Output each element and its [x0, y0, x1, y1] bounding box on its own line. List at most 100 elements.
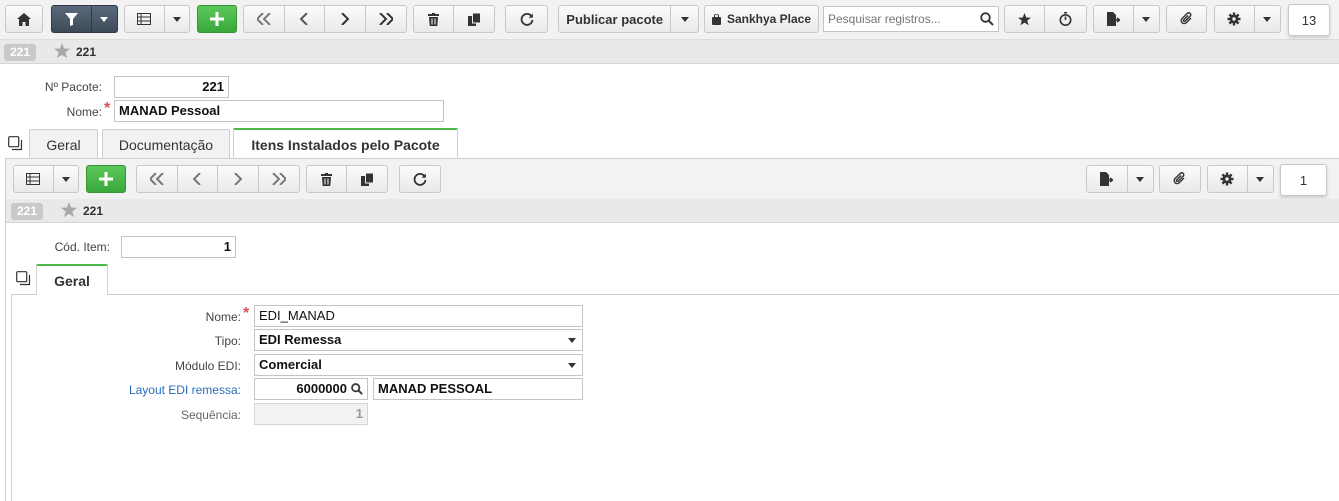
detail-delete-button[interactable] — [307, 166, 348, 192]
pacote-field[interactable]: 221 — [114, 76, 229, 98]
attachment-button[interactable] — [1166, 5, 1207, 33]
search-icon[interactable] — [351, 383, 363, 395]
detail-attachment-button[interactable] — [1159, 165, 1201, 193]
chevron-left-icon — [300, 13, 308, 25]
detail-add-button[interactable] — [86, 165, 126, 193]
detail-last-record-button[interactable] — [259, 166, 299, 192]
grid-view-button[interactable] — [125, 6, 165, 32]
detail-record-count-badge: 1 — [1280, 164, 1327, 196]
layout-description-field: MANAD PESSOAL — [373, 378, 583, 400]
navigation-group — [243, 5, 407, 33]
modulo-value: Comercial — [259, 357, 322, 372]
add-button[interactable] — [197, 5, 237, 33]
layout-code-value: 6000000 — [296, 381, 347, 396]
publish-dropdown-button[interactable] — [671, 6, 698, 32]
layout-label[interactable]: Layout EDI remessa: — [100, 383, 241, 397]
double-chevron-left-icon — [149, 173, 164, 185]
item-nome-label: Nome: — [205, 310, 241, 324]
tab-geral[interactable]: Geral — [29, 129, 98, 159]
detail-edit-group — [306, 165, 388, 193]
detail-first-record-button[interactable] — [137, 166, 178, 192]
home-button[interactable] — [5, 5, 43, 33]
export-dropdown-button[interactable] — [1134, 6, 1159, 32]
settings-group — [1214, 5, 1281, 33]
publish-package-label: Publicar pacote — [566, 11, 664, 27]
publish-package-button[interactable]: Publicar pacote — [559, 6, 672, 32]
view-group — [124, 5, 190, 33]
refresh-button[interactable] — [505, 5, 548, 33]
pacote-value: 221 — [202, 79, 224, 94]
detail-export-button[interactable] — [1087, 166, 1128, 192]
settings-button[interactable] — [1215, 6, 1255, 32]
pacote-label: Nº Pacote: — [44, 80, 102, 94]
chevron-down-icon — [568, 338, 576, 343]
record-count-value: 13 — [1301, 12, 1317, 28]
item-nome-field[interactable]: EDI_MANAD — [254, 305, 583, 327]
search-icon[interactable] — [980, 12, 994, 26]
tab-itens-instalados[interactable]: Itens Instalados pelo Pacote — [233, 128, 458, 159]
file-export-icon — [1100, 172, 1114, 186]
search-input[interactable] — [824, 7, 974, 31]
chevron-down-icon — [1263, 16, 1272, 22]
tab-documentacao-label: Documentação — [118, 136, 214, 153]
search-box — [823, 6, 999, 32]
copy-icon — [467, 12, 481, 26]
chevron-down-icon — [680, 16, 689, 22]
filter-button[interactable] — [52, 6, 92, 32]
detail-next-record-button[interactable] — [218, 166, 259, 192]
home-icon — [17, 12, 31, 26]
previous-record-button[interactable] — [285, 6, 325, 32]
detail-record-count-value: 1 — [1299, 172, 1308, 188]
gear-icon — [1220, 172, 1234, 186]
chevron-down-icon — [568, 363, 576, 368]
publish-group: Publicar pacote — [558, 5, 699, 33]
delete-button[interactable] — [414, 6, 455, 32]
last-record-button[interactable] — [366, 6, 406, 32]
export-button[interactable] — [1094, 6, 1134, 32]
sankhya-place-button[interactable]: Sankhya Place — [704, 5, 819, 33]
detail-refresh-button[interactable] — [399, 165, 441, 193]
star-icon — [1018, 12, 1032, 26]
chevron-right-icon — [341, 13, 349, 25]
chevron-down-icon — [100, 16, 109, 22]
filter-dropdown-button[interactable] — [92, 6, 117, 32]
timer-button[interactable] — [1045, 6, 1086, 32]
detail-view-dropdown-button[interactable] — [54, 166, 78, 192]
tipo-label: Tipo: — [214, 334, 241, 348]
favorite-star-icon[interactable] — [61, 202, 77, 218]
next-record-button[interactable] — [325, 6, 366, 32]
chevron-down-icon — [1142, 16, 1151, 22]
filter-group — [51, 5, 118, 33]
tipo-select[interactable]: EDI Remessa — [254, 329, 583, 351]
record-count-badge: 13 — [1288, 4, 1330, 36]
item-nome-value: EDI_MANAD — [259, 308, 335, 323]
duplicate-button[interactable] — [454, 6, 494, 32]
inner-tab-geral-label: Geral — [54, 272, 90, 289]
favorite-star-icon[interactable] — [54, 43, 70, 59]
stopwatch-icon — [1059, 12, 1072, 26]
view-dropdown-button[interactable] — [165, 6, 189, 32]
refresh-icon — [413, 172, 427, 186]
cod-item-field[interactable]: 1 — [121, 236, 236, 258]
window-icon[interactable] — [16, 271, 31, 286]
detail-record-badge: 221 — [11, 203, 44, 220]
detail-grid-view-button[interactable] — [14, 166, 54, 192]
first-record-button[interactable] — [244, 6, 285, 32]
detail-duplicate-button[interactable] — [347, 166, 387, 192]
modulo-select[interactable]: Comercial — [254, 354, 583, 376]
window-icon[interactable] — [8, 136, 23, 151]
detail-export-dropdown-button[interactable] — [1128, 166, 1153, 192]
detail-settings-dropdown-button[interactable] — [1248, 166, 1273, 192]
detail-settings-button[interactable] — [1208, 166, 1248, 192]
detail-previous-record-button[interactable] — [178, 166, 218, 192]
settings-dropdown-button[interactable] — [1255, 6, 1280, 32]
nome-field[interactable]: MANAD Pessoal — [114, 100, 444, 122]
tab-documentacao[interactable]: Documentação — [102, 129, 230, 159]
favorite-button[interactable] — [1005, 6, 1046, 32]
chevron-down-icon — [61, 176, 70, 182]
grid-icon — [137, 13, 152, 25]
main-toolbar: Publicar pacote Sankhya Place 13 — [0, 0, 1339, 40]
gear-icon — [1227, 12, 1241, 26]
layout-code-field[interactable]: 6000000 — [254, 378, 368, 400]
inner-tab-geral[interactable]: Geral — [36, 264, 108, 295]
